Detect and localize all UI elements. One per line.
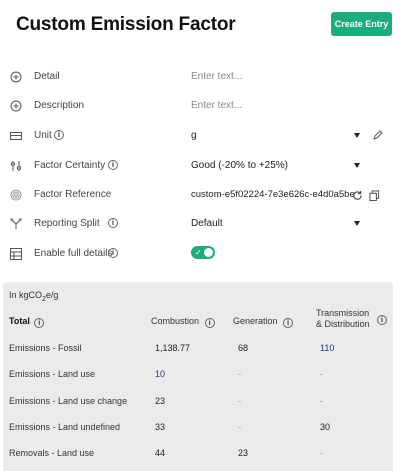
row-label: Emissions - Fossil <box>9 343 82 353</box>
transmission-cell: - <box>320 369 323 379</box>
info-icon[interactable]: i <box>54 130 64 140</box>
chevron-down-icon[interactable] <box>354 221 360 226</box>
page-header: Custom Emission Factor Create Entry <box>0 0 400 50</box>
row-label: Emissions - Land use <box>9 369 96 379</box>
check-icon: ✓ <box>195 248 202 257</box>
total-header: Total i <box>9 316 45 328</box>
page-title: Custom Emission Factor <box>16 14 236 35</box>
chevron-down-icon[interactable] <box>354 163 360 168</box>
detail-row: Detail Enter text... <box>0 62 400 91</box>
unit-row: Unit i g <box>0 121 400 150</box>
pencil-icon[interactable] <box>372 128 384 146</box>
row-label: Emissions - Land undefined <box>9 422 121 432</box>
transmission-cell: 30 <box>320 422 331 432</box>
detail-label: Detail <box>34 71 60 82</box>
description-input[interactable]: Enter text... <box>191 100 242 111</box>
row-label: Removals - Land use <box>9 448 95 458</box>
fingerprint-icon <box>9 188 22 201</box>
enable-full-details-row: Enable full details i ✓ <box>0 239 400 268</box>
info-icon[interactable]: i <box>108 160 118 170</box>
plus-circle-icon <box>9 70 22 83</box>
combustion-cell: 10 <box>155 369 166 379</box>
ruler-icon <box>9 129 22 142</box>
generation-cell: - <box>238 369 241 379</box>
generation-cell: - <box>238 396 241 406</box>
create-entry-button[interactable]: Create Entry <box>331 12 392 36</box>
combustion-cell: 23 <box>155 396 166 406</box>
reporting-split-select[interactable]: Default <box>191 218 223 229</box>
unit-select[interactable]: g <box>191 130 197 141</box>
split-icon <box>9 217 22 230</box>
info-icon[interactable]: i <box>377 315 387 325</box>
detail-input[interactable]: Enter text... <box>191 71 242 82</box>
plus-circle-icon <box>9 99 22 112</box>
factor-reference-label: Factor Reference <box>34 189 112 200</box>
transmission-cell: 110 <box>320 343 335 353</box>
reporting-split-label: Reporting Split <box>34 218 100 229</box>
unit-note: In kgCO2e/g <box>9 290 59 303</box>
reporting-split-row: Reporting Split i Default <box>0 209 400 238</box>
table-icon <box>9 247 22 260</box>
combustion-cell: 33 <box>155 422 166 432</box>
combustion-header: Combustion i <box>151 316 215 328</box>
toggle-knob <box>204 248 213 257</box>
copy-icon[interactable] <box>369 188 380 206</box>
generation-cell: - <box>238 422 241 432</box>
info-icon[interactable]: i <box>34 318 45 328</box>
info-icon[interactable]: i <box>108 248 118 258</box>
row-label: Emissions - Land use change <box>9 396 128 406</box>
emission-results-panel: In kgCO2e/g Total i Combustion i Generat… <box>3 282 393 471</box>
factor-reference-value: custom-e5f02224-7e3e626c-e4d0a5be <box>191 189 355 200</box>
factor-certainty-label: Factor Certainty <box>34 160 106 171</box>
transmission-cell: - <box>320 448 323 458</box>
info-icon[interactable]: i <box>204 318 215 328</box>
info-icon[interactable]: i <box>108 218 118 228</box>
chevron-down-icon[interactable] <box>354 133 360 138</box>
generation-header: Generation i <box>233 316 294 328</box>
combustion-cell: 1,138.77 <box>155 343 191 353</box>
unit-label: Unit <box>34 130 52 141</box>
factor-reference-row: Factor Reference custom-e5f02224-7e3e626… <box>0 180 400 209</box>
transmission-cell: - <box>320 396 323 406</box>
enable-full-details-label: Enable full details <box>34 248 113 259</box>
combustion-cell: 44 <box>155 448 166 458</box>
transmission-header: Transmission & Distribution <box>316 308 370 329</box>
description-label: Description <box>34 100 85 111</box>
full-details-toggle[interactable]: ✓ <box>191 246 215 259</box>
factor-certainty-select[interactable]: Good (-20% to +25%) <box>191 160 288 171</box>
generation-cell: 23 <box>238 448 249 458</box>
refresh-icon[interactable] <box>352 188 363 206</box>
info-icon[interactable]: i <box>283 318 294 328</box>
sliders-icon <box>9 159 22 172</box>
factor-certainty-row: Factor Certainty i Good (-20% to +25%) <box>0 151 400 180</box>
generation-cell: 68 <box>238 343 249 353</box>
description-row: Description Enter text... <box>0 91 400 120</box>
